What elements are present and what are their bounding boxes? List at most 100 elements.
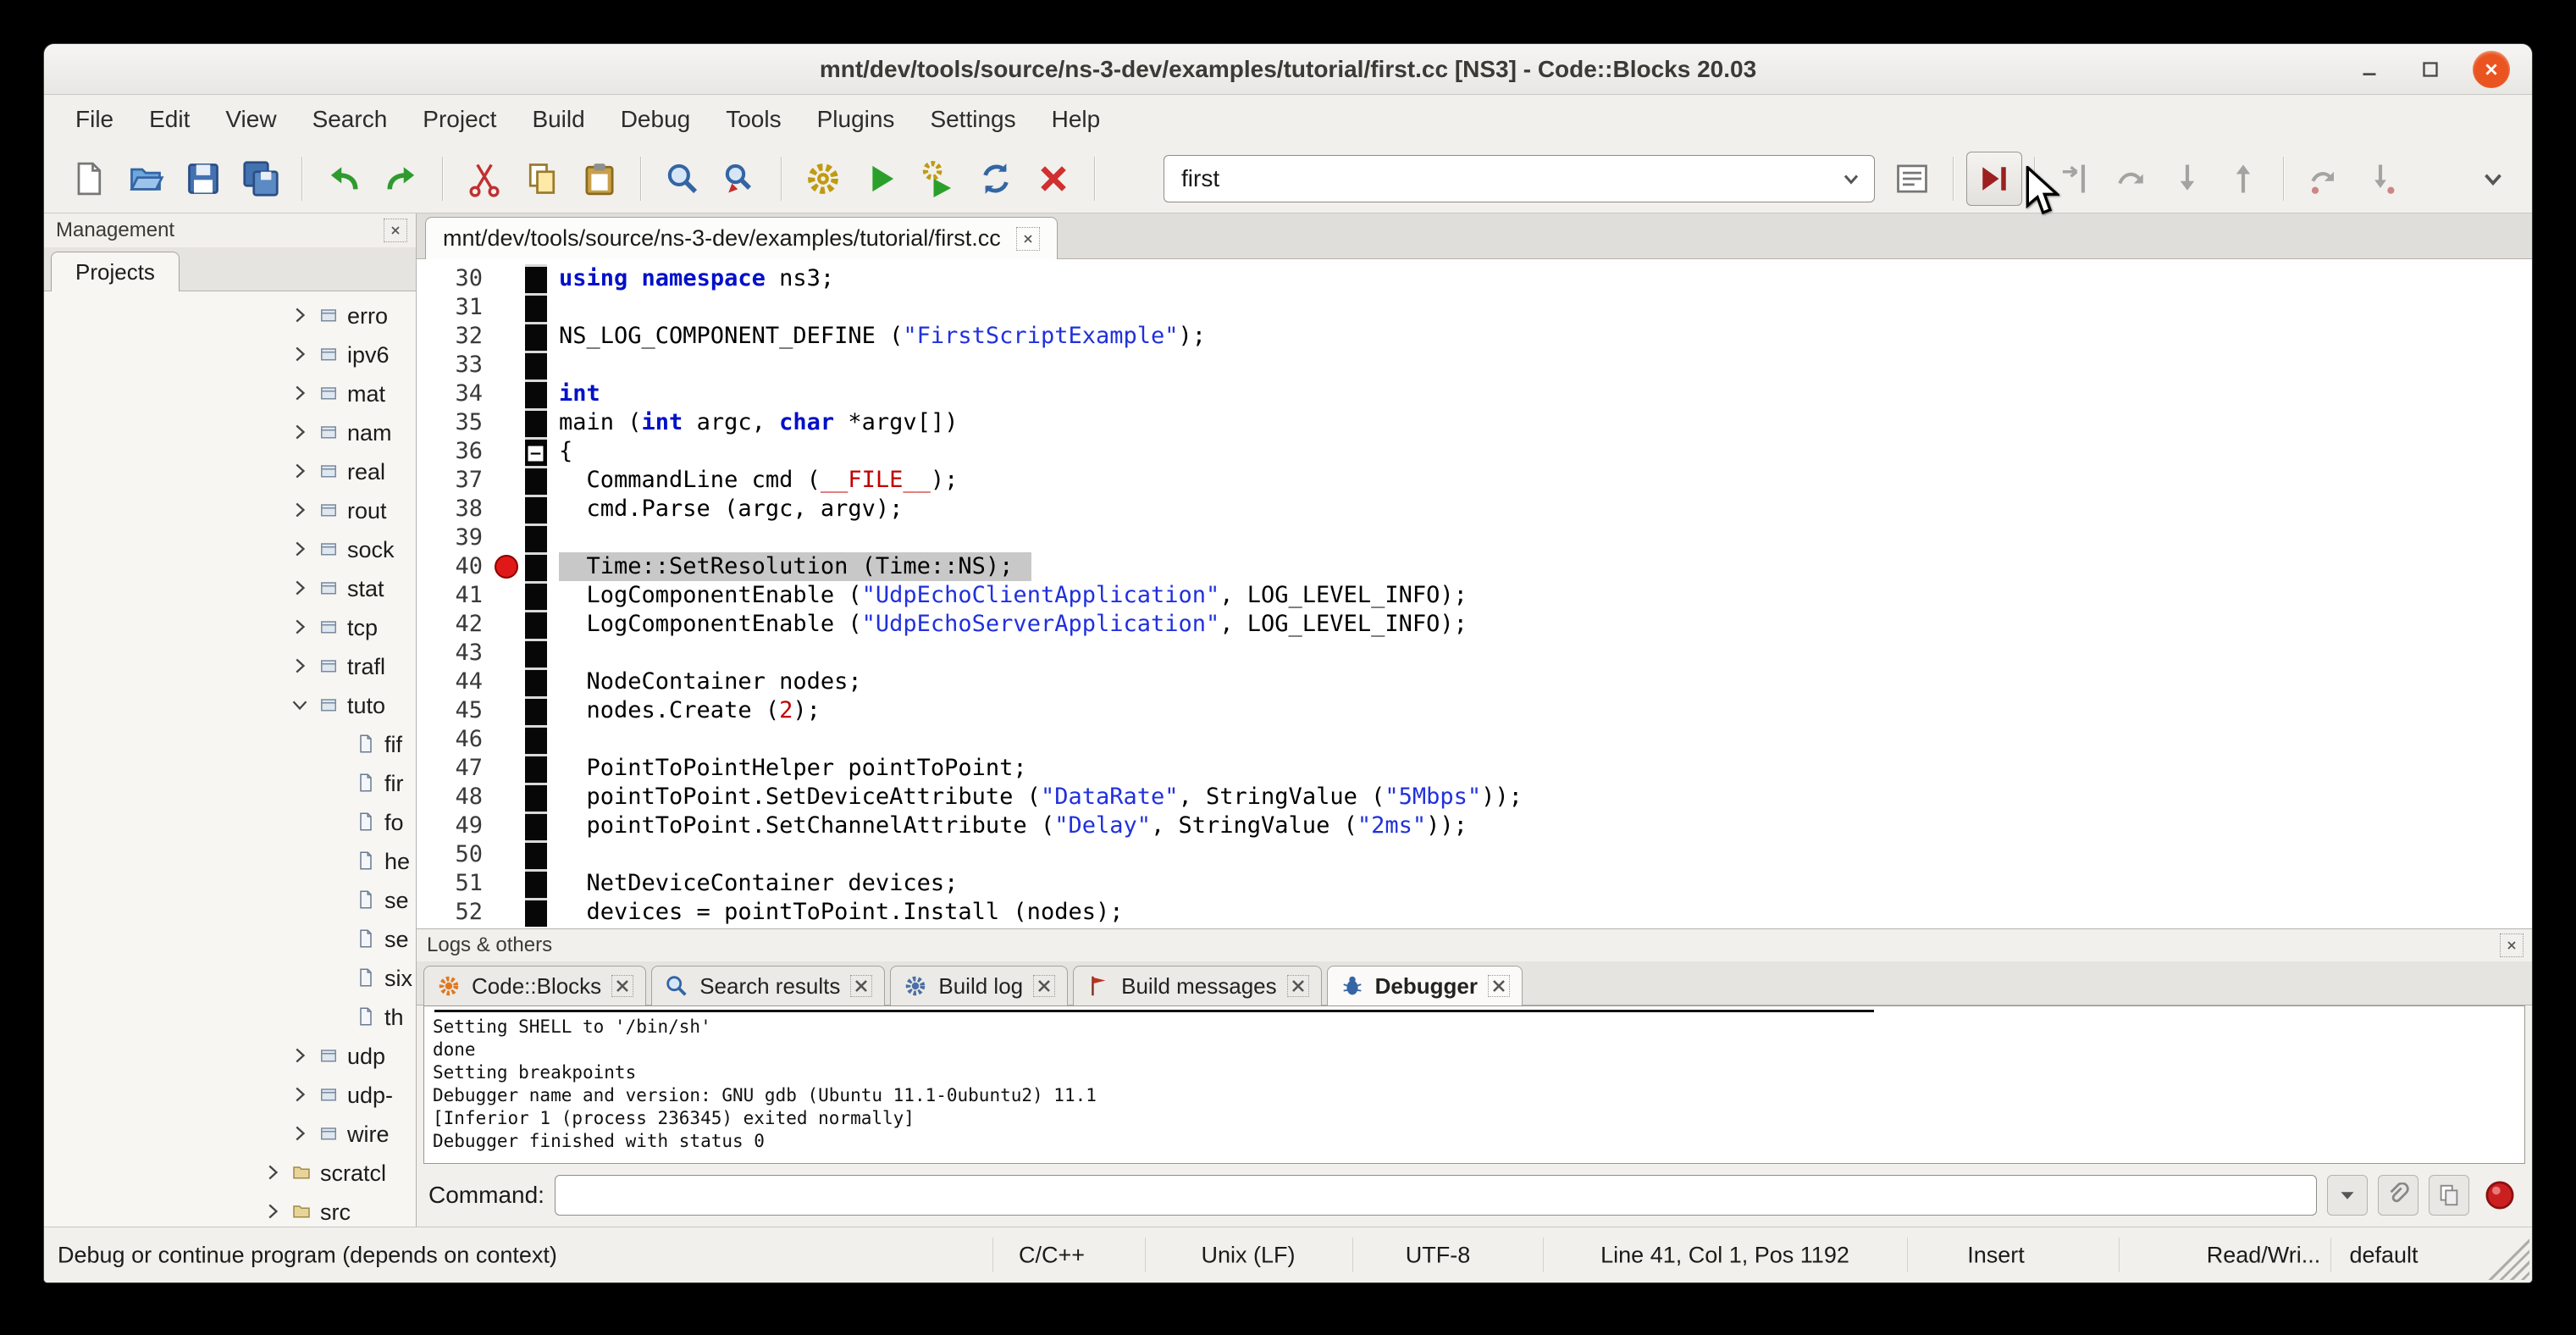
tree-item-src[interactable]: src [44,1193,416,1227]
log-tab-close-button[interactable] [1287,975,1309,997]
breakpoint-margin[interactable] [491,639,525,668]
resize-grip[interactable] [2484,1234,2529,1280]
titlebar[interactable]: mnt/dev/tools/source/ns-3-dev/examples/t… [44,44,2532,95]
tab-build-log[interactable]: Build log [890,966,1068,1005]
tree-item-fo[interactable]: fo [44,803,416,842]
breakpoint-marker[interactable] [495,555,518,579]
tree-item-se[interactable]: se [44,920,416,959]
menu-plugins[interactable]: Plugins [799,101,913,138]
breakpoint-margin[interactable] [491,610,525,639]
breakpoint-margin[interactable] [491,869,525,898]
menu-edit[interactable]: Edit [131,101,207,138]
menu-project[interactable]: Project [405,101,514,138]
menu-view[interactable]: View [207,101,294,138]
next-instruction-button[interactable] [2297,152,2352,206]
breakpoint-margin[interactable] [491,696,525,725]
chevron-right-icon[interactable] [290,1084,312,1106]
breakpoint-margin[interactable] [491,293,525,322]
command-dropdown-button[interactable] [2327,1175,2368,1216]
log-tab-close-button[interactable] [611,975,633,997]
tree-item-real[interactable]: real [44,452,416,491]
debug-continue-button[interactable] [1966,152,2022,206]
log-tab-close-button[interactable] [1488,975,1510,997]
replace-button[interactable] [711,152,769,206]
menu-help[interactable]: Help [1034,101,1119,138]
stop-debugger-button[interactable] [2479,1175,2520,1216]
cut-button[interactable] [456,152,513,206]
tree-item-scratcl[interactable]: scratcl [44,1154,416,1193]
menu-tools[interactable]: Tools [708,101,799,138]
breakpoint-margin[interactable] [491,725,525,754]
redo-button[interactable] [373,152,430,206]
menu-debug[interactable]: Debug [603,101,709,138]
chevron-down-icon[interactable] [1828,156,1874,202]
breakpoint-margin[interactable] [491,379,525,408]
chevron-right-icon[interactable] [290,461,312,483]
chevron-right-icon[interactable] [290,578,312,600]
tree-item-nam[interactable]: nam [44,413,416,452]
chevron-right-icon[interactable] [290,422,312,444]
build-and-run-button[interactable] [909,152,967,206]
chevron-right-icon[interactable] [290,1045,312,1067]
breakpoint-margin[interactable] [491,668,525,696]
chevron-right-icon[interactable] [290,500,312,522]
copy-log-button[interactable] [2429,1175,2469,1216]
tree-item-rout[interactable]: rout [44,491,416,530]
tree-item-erro[interactable]: erro [44,296,416,335]
log-tab-close-button[interactable] [1033,975,1055,997]
chevron-down-icon[interactable] [290,695,312,717]
chevron-right-icon[interactable] [263,1162,285,1184]
editor-tab-close-button[interactable] [1016,227,1040,251]
tree-item-th[interactable]: th [44,998,416,1037]
run-button[interactable] [852,152,909,206]
tab-search-results[interactable]: Search results [651,966,885,1005]
save-all-button[interactable] [232,152,290,206]
fold-marker[interactable] [526,444,545,463]
menu-file[interactable]: File [58,101,131,138]
breakpoint-margin[interactable] [491,495,525,523]
tab-debugger[interactable]: Debugger [1327,966,1523,1005]
debugger-command-input[interactable] [555,1175,2317,1216]
breakpoint-margin[interactable] [491,264,525,293]
next-line-button[interactable] [2103,152,2159,206]
breakpoint-margin[interactable] [491,523,525,552]
menu-search[interactable]: Search [295,101,406,138]
find-button[interactable] [654,152,711,206]
management-close-button[interactable] [384,219,407,242]
chevron-right-icon[interactable] [290,539,312,561]
tree-item-udp[interactable]: udp [44,1037,416,1076]
chevron-right-icon[interactable] [290,383,312,405]
step-into-instruction-button[interactable] [2352,152,2408,206]
build-target-combo[interactable]: first [1164,155,1875,202]
tree-item-se[interactable]: se [44,881,416,920]
attach-button[interactable] [2378,1175,2418,1216]
breakpoint-margin[interactable] [491,466,525,495]
chevron-right-icon[interactable] [263,1201,285,1223]
undo-button[interactable] [315,152,373,206]
breakpoint-margin[interactable] [491,754,525,783]
tree-item-tcp[interactable]: tcp [44,608,416,647]
breakpoint-margin[interactable] [491,898,525,927]
tree-item-wire[interactable]: wire [44,1115,416,1154]
step-out-button[interactable] [2215,152,2271,206]
toolbar-overflow-button[interactable] [2469,152,2517,206]
chevron-right-icon[interactable] [290,1123,312,1145]
breakpoint-margin[interactable] [491,437,525,466]
minimize-button[interactable] [2351,51,2388,88]
breakpoint-margin[interactable] [491,581,525,610]
tree-item-mat[interactable]: mat [44,374,416,413]
breakpoint-margin[interactable] [491,552,525,581]
tab-code-blocks[interactable]: Code::Blocks [423,966,646,1005]
new-file-button[interactable] [59,152,117,206]
editor-tab-first-cc[interactable]: mnt/dev/tools/source/ns-3-dev/examples/t… [425,217,1058,259]
tree-item-he[interactable]: he [44,842,416,881]
tree-item-fir[interactable]: fir [44,764,416,803]
tree-item-trafl[interactable]: trafl [44,647,416,686]
tree-item-fif[interactable]: fif [44,725,416,764]
tree-item-udp-[interactable]: udp- [44,1076,416,1115]
breakpoint-margin[interactable] [491,322,525,351]
tree-item-six[interactable]: six [44,959,416,998]
breakpoint-margin[interactable] [491,840,525,869]
menu-build[interactable]: Build [514,101,602,138]
logs-close-button[interactable] [2500,933,2523,957]
